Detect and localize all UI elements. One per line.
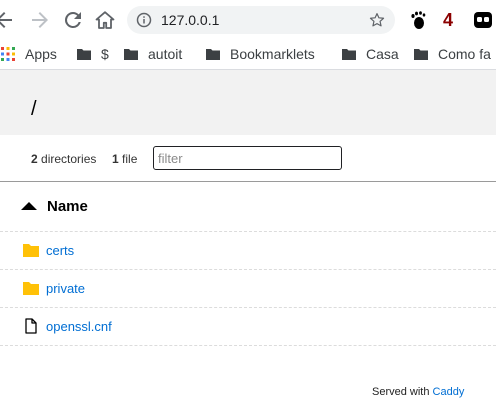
- address-url[interactable]: 127.0.0.1: [161, 12, 219, 28]
- current-path: /: [31, 98, 37, 120]
- table-row: private: [0, 269, 496, 307]
- listing-summary: 2 directories 1 file: [0, 136, 496, 181]
- home-icon: [95, 11, 115, 29]
- folder-icon: [77, 49, 91, 60]
- files-label: file: [122, 152, 138, 166]
- table-bottom-divider: [0, 345, 496, 346]
- gnome-foot-icon: [411, 11, 426, 29]
- forward-arrow-icon: [32, 12, 48, 28]
- home-button[interactable]: [93, 8, 117, 32]
- folder-icon: [342, 49, 356, 60]
- bookmark-label: Bookmarklets: [230, 46, 315, 62]
- bookmark-folder-como-fa[interactable]: Como fa: [413, 44, 491, 64]
- extension-gnome-button[interactable]: [407, 9, 429, 31]
- bookmarks-bar: Apps $ autoit Bookmarklets Casa Como fa: [0, 40, 496, 70]
- bookmark-apps[interactable]: Apps: [0, 44, 57, 64]
- reload-button[interactable]: [61, 8, 85, 32]
- extension-incognito-button[interactable]: [472, 9, 494, 31]
- info-icon[interactable]: [136, 12, 152, 28]
- back-arrow-icon: [0, 12, 12, 28]
- bookmark-folder-dollar[interactable]: $: [76, 44, 109, 64]
- bookmark-label: autoit: [148, 46, 183, 62]
- entry-link-certs[interactable]: certs: [22, 241, 74, 259]
- sort-ascending-icon: [21, 202, 37, 210]
- name-column-label: Name: [47, 197, 88, 215]
- entry-name: certs: [46, 242, 75, 258]
- bookmark-star-icon[interactable]: [368, 11, 386, 29]
- entry-link-private[interactable]: private: [22, 279, 85, 297]
- footer-text: Served with: [372, 386, 430, 398]
- folder-icon: [206, 49, 220, 60]
- bookmark-folder-bookmarklets[interactable]: Bookmarklets: [205, 44, 315, 64]
- bookmark-folder-autoit[interactable]: autoit: [123, 44, 182, 64]
- filter-input[interactable]: [153, 146, 342, 170]
- address-bar[interactable]: 127.0.0.1: [127, 6, 395, 34]
- file-icon: [25, 318, 37, 334]
- table-divider: [0, 181, 496, 182]
- folder-icon: [124, 49, 138, 60]
- folder-icon: [23, 282, 39, 295]
- browser-toolbar: 127.0.0.1 4: [0, 0, 496, 40]
- apps-grid-icon: [1, 47, 15, 61]
- entry-name: openssl.cnf: [46, 318, 112, 334]
- table-row: certs: [0, 231, 496, 269]
- forward-button[interactable]: [28, 8, 52, 32]
- entry-name: private: [46, 280, 86, 296]
- directories-count: 2 directories: [31, 152, 96, 166]
- directories-label: directories: [41, 152, 97, 166]
- reload-icon: [65, 11, 81, 28]
- name-column-header[interactable]: Name: [21, 196, 88, 216]
- bookmark-label: Casa: [366, 46, 399, 62]
- page-header: /: [0, 70, 496, 135]
- bookmark-label: Como fa: [438, 46, 491, 62]
- table-row: openssl.cnf: [0, 307, 496, 345]
- caddy-link[interactable]: Caddy: [433, 386, 465, 398]
- extension-badge[interactable]: 4: [440, 9, 456, 31]
- directories-number: 2: [31, 152, 38, 166]
- folder-icon: [414, 49, 428, 60]
- bookmark-label: $: [101, 46, 109, 62]
- files-count: 1 file: [112, 152, 137, 166]
- files-number: 1: [112, 152, 119, 166]
- entry-link-openssl-cnf[interactable]: openssl.cnf: [22, 317, 112, 335]
- back-button[interactable]: [0, 8, 16, 32]
- incognito-icon: [474, 12, 492, 28]
- bookmark-folder-casa[interactable]: Casa: [341, 44, 399, 64]
- footer: Served with Caddy: [372, 386, 464, 398]
- folder-icon: [23, 244, 39, 257]
- bookmark-label: Apps: [25, 46, 57, 62]
